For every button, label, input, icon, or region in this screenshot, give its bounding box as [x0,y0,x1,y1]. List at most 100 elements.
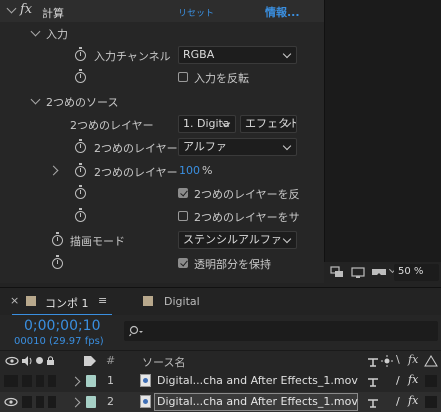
second-layer-invert-row: 2つめのレイヤーを反 [0,182,324,204]
second-source-chevron-icon[interactable] [30,94,41,105]
panel-divider [324,0,325,283]
index-column-header: # [106,354,116,367]
second-layer-invert-checkbox[interactable] [178,188,188,198]
label-tag-icon[interactable] [83,355,97,367]
second-layer-channel-label: 2つめのレイヤー [94,142,178,155]
layer-index: 1 [107,374,114,387]
quality-switch[interactable]: / [396,374,400,387]
effect-collapse-chevron-icon[interactable] [6,3,17,14]
stopwatch-icon[interactable] [75,163,86,177]
solo-toggle[interactable] [36,396,44,408]
layer-search-input[interactable] [124,321,438,341]
audio-icon[interactable] [21,356,33,366]
comp-color-swatch [26,296,36,306]
layer-name[interactable]: Digital...cha and After Effects_1.mov [157,374,358,387]
effect-header[interactable]: fx 計算 リセット 情報... [0,0,324,22]
second-layer-source-dropdown[interactable]: エフェクト [240,115,297,133]
stopwatch-icon[interactable] [75,69,86,83]
stopwatch-icon[interactable] [75,185,86,199]
zoom-value: 50 % [398,266,424,277]
shy-icon[interactable] [367,396,379,408]
tab-menu-icon[interactable]: ≡ [98,294,107,307]
motion-blur-toggle[interactable] [425,375,437,387]
blend-mode-label: 描画モード [70,235,125,248]
effect-name: 計算 [42,7,64,20]
show-snapshot-icon[interactable] [351,266,365,279]
layer-label-color[interactable] [86,375,96,387]
viewer-toolbar: 50 % [324,262,441,283]
current-timecode[interactable]: 0;00;00;10 [24,318,101,334]
composition-viewer[interactable] [324,0,441,283]
lock-toggle[interactable] [48,375,56,387]
layer-row[interactable]: 1 Digital...cha and After Effects_1.mov … [0,371,441,391]
second-layer-opacity-label: 2つめのレイヤー [94,166,178,179]
source-name-column-header[interactable]: ソース名 [142,354,185,370]
second-layer-opacity-value[interactable]: 100 [179,164,200,177]
input-group-chevron-icon[interactable] [30,26,41,37]
reset-link[interactable]: リセット [178,6,214,19]
opacity-unit: % [202,164,213,177]
fx-switch[interactable]: fx [408,394,418,407]
lock-toggle[interactable] [48,396,56,408]
info-link[interactable]: 情報... [265,4,300,20]
expand-chevron-icon[interactable] [70,397,81,408]
quality-switch-icon[interactable]: \ [396,353,400,366]
eye-icon[interactable] [4,397,18,407]
second-layer-channel-row: 2つめのレイヤー アルファ [0,136,324,158]
lock-icon[interactable] [46,355,55,366]
close-icon[interactable]: × [10,294,19,307]
audio-toggle[interactable] [22,396,32,408]
invert-input-row: 入力を反転 [0,66,324,88]
motion-blur-icon[interactable] [424,355,438,367]
blend-mode-row: 描画モード ステンシルアルファ [0,229,324,251]
video-toggle[interactable] [4,375,18,387]
collapse-sun-icon[interactable] [381,355,393,367]
motion-blur-toggle[interactable] [425,396,437,408]
input-channel-dropdown[interactable]: RGBA [178,46,297,64]
audio-toggle[interactable] [22,375,32,387]
quality-switch[interactable]: / [396,395,400,408]
fx-switch[interactable]: fx [408,373,418,386]
stopwatch-icon[interactable] [52,255,63,269]
layer-name[interactable]: Digital...cha and After Effects_1.mov [157,395,358,408]
layer-label-color[interactable] [86,396,96,408]
stopwatch-icon[interactable] [52,232,63,246]
second-layer-label: 2つめのレイヤー [70,119,154,132]
second-layer-stretch-checkbox[interactable] [178,211,188,221]
layer-row[interactable]: 2 Digital...cha and After Effects_1.mov … [0,392,441,412]
tab-comp-1[interactable]: コンポ 1 [45,295,89,311]
shy-icon[interactable] [367,355,379,367]
invert-input-checkbox[interactable] [178,72,188,82]
vr-glasses-icon[interactable] [371,266,387,279]
fx-icon[interactable]: fx [20,2,32,17]
second-layer-dropdown[interactable]: 1. Digita [178,115,236,133]
input-channel-label: 入力チャンネル [94,50,171,63]
shy-icon[interactable] [367,375,379,387]
zoom-field[interactable]: 50 % [394,264,439,281]
expand-chevron-icon[interactable] [70,376,81,387]
stopwatch-icon[interactable] [75,47,86,61]
preserve-transparency-checkbox[interactable] [178,258,188,268]
frame-rate-info: 00010 (29.97 fps) [14,336,104,347]
snapshot-icon[interactable] [330,266,344,279]
second-layer-channel-dropdown[interactable]: アルファ [178,138,297,156]
stopwatch-icon[interactable] [75,208,86,222]
solo-icon[interactable] [36,357,43,364]
stopwatch-icon[interactable] [75,139,86,153]
footage-file-icon [140,395,151,408]
second-layer-channel-value: アルファ [183,140,227,153]
fx-switch-icon[interactable]: fx [408,353,418,366]
second-layer-opacity-row: 2つめのレイヤー 100 % [0,160,324,182]
layer-name-selected-box[interactable]: Digital...cha and After Effects_1.mov [154,393,358,411]
solo-toggle[interactable] [36,375,44,387]
input-channel-value: RGBA [183,48,215,61]
tab-footage[interactable]: Digital [164,295,200,308]
input-group-row[interactable]: 入力 [0,22,324,44]
second-source-group-row[interactable]: 2つめのソース [0,90,324,112]
expand-chevron-icon[interactable] [48,165,59,176]
chevron-down-icon [282,49,292,59]
blend-mode-dropdown[interactable]: ステンシルアルファ [178,231,297,249]
preserve-transparency-row: 透明部分を保持 [0,252,324,274]
eye-icon[interactable] [5,356,19,366]
timeline-panel: 0;00;00;10 00010 (29.97 fps) # ソース名 \ fx… [0,315,441,412]
